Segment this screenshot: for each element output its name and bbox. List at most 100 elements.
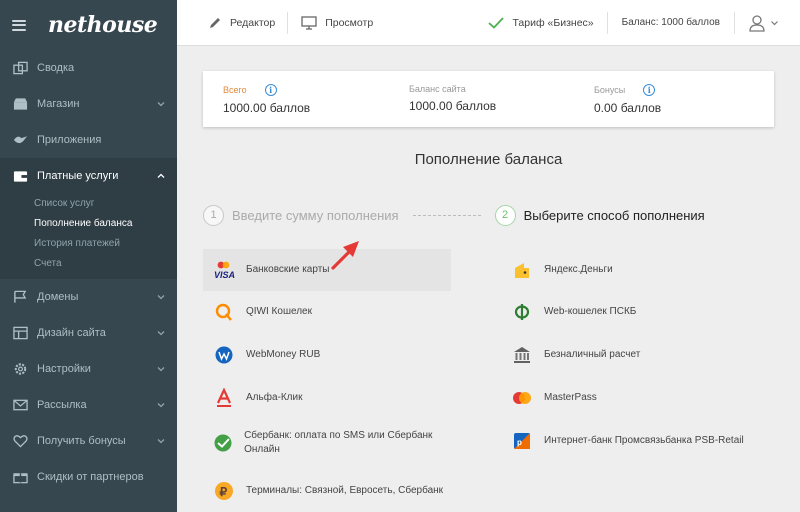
total-label-row: Всего i: [223, 84, 310, 96]
method-label: MasterPass: [544, 392, 597, 403]
checkmark-icon: [488, 16, 505, 29]
balance-site: Баланс сайта 1000.00 баллов: [409, 84, 496, 113]
chevron-up-icon: [157, 173, 165, 178]
info-icon[interactable]: i: [264, 84, 277, 96]
yandex-money-icon: [511, 259, 533, 281]
balance-bonus: Бонусы i 0.00 баллов: [594, 84, 661, 115]
monitor-icon: [301, 15, 317, 30]
editor-button[interactable]: Редактор: [177, 0, 287, 45]
method-label: Терминалы: Связной, Евросеть, Сбербанк: [246, 485, 444, 496]
preview-button[interactable]: Просмотр: [288, 0, 373, 45]
site-label: Баланс сайта: [409, 84, 466, 94]
preview-label: Просмотр: [325, 16, 374, 29]
total-label: Всего: [223, 85, 247, 95]
alfa-icon: [213, 387, 235, 409]
method-masterpass[interactable]: MasterPass: [501, 377, 774, 419]
bonus-label-row: Бонусы i: [594, 84, 661, 96]
chevron-down-icon: [157, 439, 165, 444]
apps-icon: [12, 133, 28, 147]
balance-indicator[interactable]: Баланс: 1000 баллов: [608, 0, 734, 45]
mail-icon: [12, 398, 28, 412]
sidebar-subitem-services-list[interactable]: Список услуг: [0, 194, 177, 214]
menu-icon[interactable]: [12, 19, 26, 31]
method-label: Интернет-банк Промсвязьбанка PSB-Retail: [544, 435, 744, 446]
wallet-icon: [12, 169, 28, 183]
sidebar-item-paid-services[interactable]: Платные услуги: [0, 158, 177, 194]
method-label: Web-кошелек ПСКБ: [544, 306, 637, 317]
bonus-label: Бонусы: [594, 85, 626, 95]
sidebar-item-label: Получить бонусы: [37, 435, 126, 447]
flag-icon: [12, 290, 28, 304]
method-label: Сбербанк: оплата по SMS или Сбербанк Онл…: [244, 430, 433, 455]
method-bank-transfer[interactable]: Безналичный расчет: [501, 334, 774, 376]
method-bank-cards[interactable]: VISA Банковские карты: [203, 249, 451, 291]
sidebar: nethouse Сводка Магазин Приложения Платн…: [0, 0, 177, 512]
step-choose-method: 2 Выберите способ пополнения: [494, 204, 705, 226]
user-menu[interactable]: [735, 0, 800, 45]
sidebar-item-apps[interactable]: Приложения: [0, 122, 177, 158]
steps: 1 Введите сумму пополнения 2 Выберите сп…: [203, 203, 774, 227]
sidebar-item-shop[interactable]: Магазин: [0, 86, 177, 122]
masterpass-icon: [511, 387, 533, 409]
sidebar-item-label: Скидки от партнеров: [37, 471, 144, 483]
method-label: QIWI Кошелек: [246, 306, 312, 317]
sidebar-submenu: Список услуг Пополнение баланса История …: [0, 194, 177, 279]
annotation-arrow: [331, 241, 359, 270]
sidebar-item-label: Дизайн сайта: [37, 327, 106, 339]
page-title: Пополнение баланса: [414, 151, 563, 168]
total-value: 1000.00 баллов: [223, 101, 311, 115]
balance-card: Всего i 1000.00 баллов Баланс сайта 1000…: [203, 71, 774, 127]
sidebar-item-label: Магазин: [37, 98, 80, 110]
method-qiwi[interactable]: QIWI Кошелек: [203, 291, 451, 333]
sidebar-item-settings[interactable]: Настройки: [0, 351, 177, 387]
sidebar-subitem-payment-history[interactable]: История платежей: [0, 234, 177, 254]
method-yandex-money[interactable]: Яндекс.Деньги: [501, 249, 774, 291]
chevron-down-icon: [157, 367, 165, 372]
bonus-value: 0.00 баллов: [594, 101, 662, 115]
sidebar-item-label: Рассылка: [37, 399, 87, 411]
top-bar: Редактор Просмотр Тариф «Бизнес» Баланс:…: [177, 0, 800, 46]
bank-icon: [511, 344, 533, 366]
heart-icon: [12, 434, 28, 448]
sidebar-item-mailing[interactable]: Рассылка: [0, 387, 177, 423]
step-connector: [412, 214, 481, 216]
pskb-icon: [511, 301, 533, 323]
visa-card-icon: VISA: [213, 259, 235, 281]
chevron-down-icon: [157, 295, 165, 300]
sberbank-icon: [213, 432, 233, 454]
sidebar-item-bonuses[interactable]: Получить бонусы: [0, 423, 177, 459]
svg-text:p: p: [517, 438, 522, 447]
balance-label: Баланс: 1000 баллов: [621, 17, 720, 28]
sidebar-subitem-invoices[interactable]: Счета: [0, 254, 177, 274]
method-terminals[interactable]: ₽ Терминалы: Связной, Евросеть, Сбербанк: [203, 470, 451, 512]
method-alfa-click[interactable]: Альфа-Клик: [203, 377, 451, 419]
method-webmoney[interactable]: WebMoney RUB: [203, 334, 451, 376]
site-value: 1000.00 баллов: [409, 99, 497, 113]
logo[interactable]: nethouse: [48, 12, 158, 38]
sidebar-item-partner-discounts[interactable]: Скидки от партнеров: [0, 459, 177, 495]
svg-text:₽: ₽: [220, 485, 228, 499]
info-icon[interactable]: i: [643, 84, 656, 96]
tariff-link[interactable]: Тариф «Бизнес»: [488, 0, 606, 45]
method-pskb[interactable]: Web-кошелек ПСКБ: [501, 291, 774, 333]
editor-label: Редактор: [230, 16, 276, 29]
tariff-label: Тариф «Бизнес»: [512, 16, 594, 29]
svg-text:VISA: VISA: [214, 270, 235, 280]
method-sberbank[interactable]: Сбербанк: оплата по SMS или Сбербанк Онл…: [203, 420, 451, 466]
method-label: Альфа-Клик: [246, 392, 303, 403]
sidebar-subitem-top-up[interactable]: Пополнение баланса: [0, 214, 177, 234]
sidebar-item-domains[interactable]: Домены: [0, 279, 177, 315]
sidebar-item-dashboard[interactable]: Сводка: [0, 50, 177, 86]
pencil-icon: [210, 17, 220, 28]
method-label: WebMoney RUB: [246, 349, 321, 360]
sidebar-item-label: Приложения: [37, 134, 102, 146]
chevron-down-icon: [157, 102, 165, 107]
layout-icon: [12, 326, 28, 340]
step-enter-amount[interactable]: 1 Введите сумму пополнения: [203, 204, 399, 226]
main-content: Всего i 1000.00 баллов Баланс сайта 1000…: [177, 46, 800, 512]
shop-icon: [12, 97, 28, 111]
method-psb-retail[interactable]: p Интернет-банк Промсвязьбанка PSB-Retai…: [501, 420, 774, 462]
sidebar-item-site-design[interactable]: Дизайн сайта: [0, 315, 177, 351]
method-label: Банковские карты: [246, 264, 330, 275]
chevron-down-icon: [157, 331, 165, 336]
